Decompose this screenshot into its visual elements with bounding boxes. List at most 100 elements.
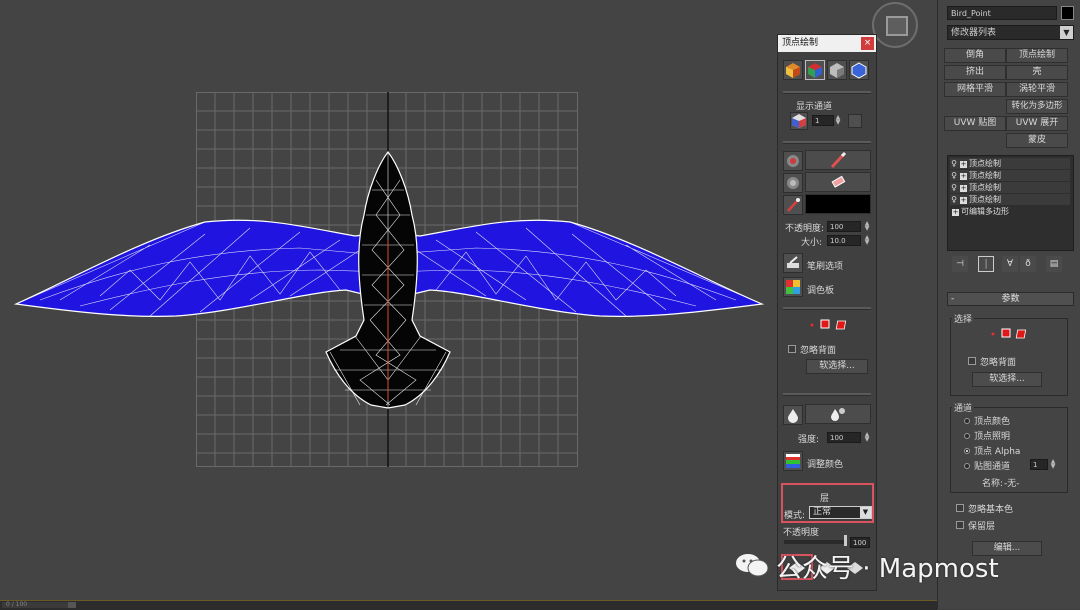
radio-vertex-color[interactable] bbox=[964, 418, 970, 424]
gray-cube-icon[interactable] bbox=[827, 60, 847, 80]
blur-brush-button[interactable] bbox=[805, 404, 871, 424]
frame-counter: 0 / 100 bbox=[2, 602, 68, 608]
size-spinner[interactable]: 10.0 bbox=[827, 235, 861, 246]
stack-item[interactable]: ♀ + 顶点绘制 bbox=[950, 158, 1070, 169]
ignore-base-color-checkbox[interactable] bbox=[956, 504, 964, 512]
expand-icon[interactable]: + bbox=[960, 161, 967, 168]
opacity-label: 不透明度: bbox=[785, 224, 825, 234]
lightbulb-icon[interactable]: ♀ bbox=[950, 170, 958, 181]
selection-mode-icons[interactable] bbox=[990, 328, 1030, 340]
separator bbox=[783, 307, 871, 310]
map-channel-spinner[interactable]: 1 bbox=[1030, 459, 1048, 470]
modifier-button-extrude[interactable]: 挤出 bbox=[944, 65, 1006, 80]
modifier-button-chamfer[interactable]: 倒角 bbox=[944, 48, 1006, 63]
stack-item[interactable]: ♀ + 顶点绘制 bbox=[950, 194, 1070, 205]
modifier-list-dropdown[interactable]: 修改器列表 ▼ bbox=[947, 25, 1074, 40]
expand-icon[interactable]: + bbox=[960, 197, 967, 204]
panel-titlebar[interactable]: 顶点绘制 × bbox=[778, 35, 876, 52]
brush-options-label[interactable]: 笔刷选项 bbox=[807, 259, 843, 272]
object-color-swatch[interactable] bbox=[1061, 6, 1074, 20]
stack-item[interactable]: + 可编辑多边形 bbox=[950, 206, 1070, 217]
brush-options-icon[interactable] bbox=[783, 253, 803, 273]
spinner-arrows-icon[interactable]: ▲ ▼ bbox=[864, 221, 870, 232]
expand-icon[interactable]: + bbox=[960, 173, 967, 180]
modifier-button-convert-poly[interactable]: 转化为多边形 bbox=[1006, 99, 1068, 114]
erase-wheel-icon[interactable] bbox=[783, 173, 803, 193]
palette-label[interactable]: 调色板 bbox=[807, 283, 834, 296]
modifier-button-uvw-map[interactable]: UVW 贴图 bbox=[944, 116, 1006, 131]
opacity-spinner[interactable]: 100 bbox=[827, 221, 861, 232]
spinner-arrows-icon[interactable]: ▲ ▼ bbox=[864, 432, 870, 443]
stack-item[interactable]: ♀ + 顶点绘制 bbox=[950, 170, 1070, 181]
selection-group-label: 选择 bbox=[952, 312, 975, 325]
lightbulb-icon[interactable]: ♀ bbox=[950, 194, 958, 205]
adjust-color-icon[interactable] bbox=[783, 451, 803, 471]
spinner-arrows-icon[interactable]: ▲ ▼ bbox=[835, 115, 841, 126]
spinner-arrows-icon[interactable]: ▲ ▼ bbox=[1050, 459, 1056, 470]
mode-label: 模式: bbox=[784, 511, 806, 521]
mode-select[interactable]: 正常 ▼ bbox=[809, 506, 872, 519]
object-name-field[interactable]: Bird_Point bbox=[947, 6, 1057, 20]
modifier-button-meshsmooth[interactable]: 网格平滑 bbox=[944, 82, 1006, 97]
soft-select-button[interactable]: 软选择... bbox=[806, 359, 868, 374]
layer-opacity-slider[interactable] bbox=[784, 540, 846, 544]
stack-item[interactable]: ♀ + 顶点绘制 bbox=[950, 182, 1070, 193]
params-title: 参数 bbox=[1001, 294, 1020, 304]
strength-spinner[interactable]: 100 bbox=[827, 432, 861, 443]
layer-label: 层 bbox=[820, 494, 830, 504]
selection-mode-icons[interactable] bbox=[808, 319, 852, 331]
modifier-stack[interactable]: ♀ + 顶点绘制 ♀ + 顶点绘制 ♀ + 顶点绘制 ♀ + 顶点绘制 + 可编辑多边形 bbox=[947, 155, 1074, 251]
vertex-paint-panel: 顶点绘制 × 显示通道 1 ▲ ▼ 不透明度: 100 ▲ ▼ 大小: 10.0 ▲… bbox=[777, 34, 877, 591]
separator bbox=[783, 141, 871, 144]
ignore-backface-checkbox[interactable] bbox=[968, 357, 976, 365]
modifier-button-uvw-unwrap[interactable]: UVW 展开 bbox=[1006, 116, 1068, 131]
eraser-button[interactable] bbox=[805, 172, 871, 192]
layer-opacity-spinner[interactable]: 100 bbox=[850, 537, 870, 548]
paint-color-swatch[interactable] bbox=[805, 194, 871, 214]
spinner-arrows-icon[interactable]: ▲ ▼ bbox=[864, 235, 870, 246]
radio-map-channel[interactable] bbox=[964, 463, 970, 469]
channel-spinner[interactable]: 1 bbox=[812, 115, 834, 126]
layer-opacity-slider-handle[interactable] bbox=[844, 535, 847, 546]
viewcube-face-icon[interactable] bbox=[886, 16, 908, 36]
wire-cube-icon[interactable] bbox=[849, 60, 869, 80]
modifier-button-vertex-paint[interactable]: 顶点绘制 bbox=[1006, 48, 1068, 63]
lightbulb-icon[interactable]: ♀ bbox=[950, 158, 958, 169]
lightbulb-icon[interactable]: ♀ bbox=[950, 182, 958, 193]
configure-sets-icon[interactable]: ▤ bbox=[1046, 256, 1062, 272]
stack-item-label: 顶点绘制 bbox=[969, 159, 1001, 168]
viewcube-navigation[interactable] bbox=[872, 2, 918, 48]
soft-select-button[interactable]: 软选择... bbox=[972, 372, 1042, 387]
make-unique-icon[interactable]: ∀ bbox=[1002, 256, 1018, 272]
modifier-button-shell[interactable]: 壳 bbox=[1006, 65, 1068, 80]
show-end-result-icon[interactable]: ⏐ bbox=[978, 256, 994, 272]
palette-icon[interactable] bbox=[783, 277, 803, 297]
radio-vertex-illum[interactable] bbox=[964, 433, 970, 439]
modifier-button-skin[interactable]: 蒙皮 bbox=[1006, 133, 1068, 148]
paint-brush-button[interactable] bbox=[805, 150, 871, 170]
modifier-button-turbosmooth[interactable]: 涡轮平滑 bbox=[1006, 82, 1068, 97]
keep-layer-label: 保留层 bbox=[968, 522, 996, 532]
adjust-color-label[interactable]: 调整颜色 bbox=[807, 457, 843, 470]
radio-vertex-alpha[interactable] bbox=[964, 448, 970, 454]
frame-next-arrow-icon[interactable] bbox=[68, 602, 76, 608]
expand-icon[interactable]: + bbox=[960, 185, 967, 192]
channel-info-icon[interactable] bbox=[848, 114, 862, 128]
channel-cube-icon[interactable] bbox=[790, 112, 808, 130]
params-rollout-header[interactable]: - 参数 bbox=[947, 292, 1074, 306]
radio-vertex-alpha-label: 顶点 Alpha bbox=[974, 447, 1021, 457]
color-picker-icon[interactable] bbox=[783, 195, 803, 215]
paint-wheel-icon[interactable] bbox=[783, 151, 803, 171]
command-panel: Bird_Point 修改器列表 ▼ 倒角 顶点绘制 挤出 壳 网格平滑 涡轮平… bbox=[937, 0, 1080, 609]
blur-drop-icon[interactable] bbox=[783, 405, 803, 425]
ignore-backface-checkbox[interactable] bbox=[788, 345, 796, 353]
remove-modifier-icon[interactable]: ð bbox=[1020, 256, 1036, 272]
shaded-cube-icon[interactable] bbox=[783, 60, 803, 80]
pin-stack-icon[interactable]: ⊣ bbox=[952, 256, 968, 272]
vertex-color-cube-icon[interactable] bbox=[805, 60, 825, 80]
close-button[interactable]: × bbox=[861, 37, 874, 50]
size-label: 大小: bbox=[801, 238, 823, 248]
wechat-logo-icon bbox=[736, 554, 769, 577]
keep-layer-checkbox[interactable] bbox=[956, 521, 964, 529]
expand-icon[interactable]: + bbox=[952, 209, 959, 216]
